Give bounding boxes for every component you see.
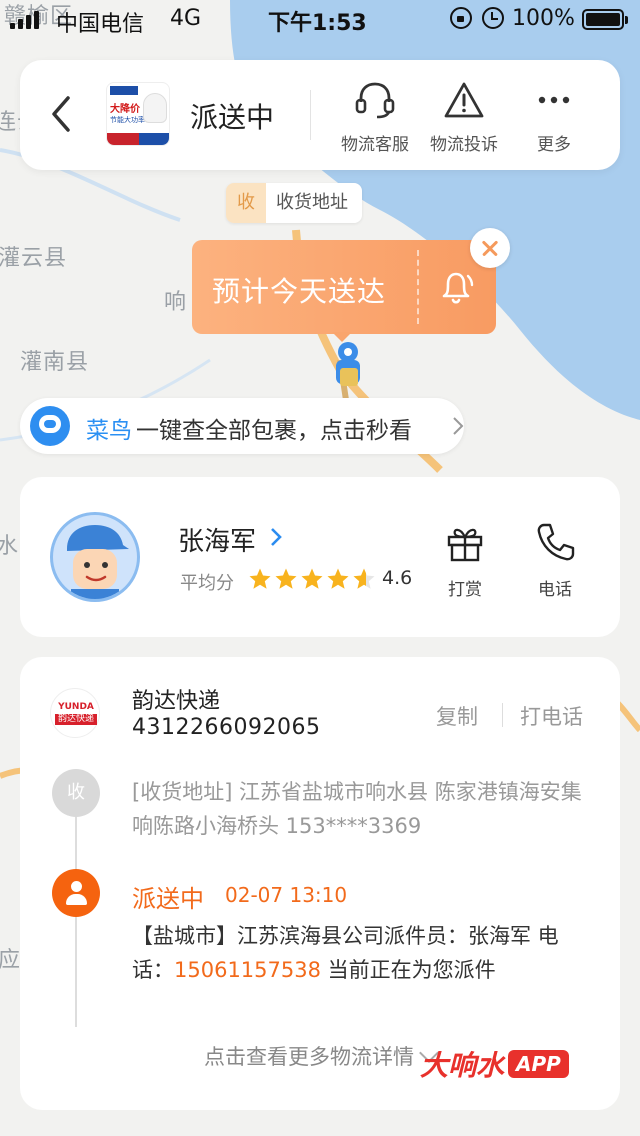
warning-icon: [444, 82, 484, 118]
star-icon: [249, 568, 271, 589]
logistics-service-button[interactable]: 物流客服: [335, 80, 415, 155]
map-label: 应: [0, 948, 22, 973]
battery-icon: [582, 9, 628, 30]
status-bar: 中国电信 4G 下午1:53 100%: [0, 0, 640, 40]
more-label: 更多: [537, 135, 571, 155]
map-label: 响: [164, 290, 188, 315]
courier-name[interactable]: 张海军: [178, 521, 256, 558]
courier-location-marker: [336, 342, 360, 386]
thumbnail-big-text: 大降价: [110, 104, 140, 115]
signal-icon: [10, 11, 39, 29]
chevron-right-icon[interactable]: [270, 527, 282, 547]
carrier-name: 中国电信: [56, 12, 145, 37]
cainiao-message: 一键查全部包裹，点击秒看: [136, 418, 412, 444]
courier-avatar[interactable]: [50, 512, 140, 602]
product-thumbnail[interactable]: 大降价 节能大功率: [106, 82, 170, 146]
map-label: 灌南县: [20, 350, 90, 375]
courier-company: 韵达快递: [132, 689, 221, 714]
close-eta-button[interactable]: [470, 228, 510, 268]
map-label: 水: [0, 534, 20, 559]
chevron-right-icon: [453, 417, 464, 435]
call-courier-button[interactable]: 电话: [520, 521, 590, 600]
header-divider: [310, 90, 311, 140]
header-card: 大降价 节能大功率 派送中 物流客服 物流投诉 更多: [20, 60, 620, 170]
courier-phone-link[interactable]: 15061157538: [174, 958, 321, 982]
page-title: 派送中: [190, 101, 275, 134]
phone-icon: [537, 523, 575, 561]
thumbnail-small-text: 节能大功率: [110, 116, 145, 124]
back-arrow-icon[interactable]: [48, 94, 76, 134]
eta-bubble[interactable]: 预计今天送达: [192, 240, 496, 342]
alarm-icon: [482, 7, 504, 29]
watermark-logo: 大响水 APP: [420, 1044, 569, 1084]
timeline-address-node: 收: [52, 769, 100, 817]
battery-percent: 100%: [512, 6, 575, 31]
rating-value: 4.6: [382, 567, 413, 589]
copy-button[interactable]: 复制: [436, 701, 478, 731]
address-pin-label: 收货地址: [266, 183, 362, 223]
tip-label: 打赏: [448, 580, 482, 600]
network-type: 4G: [170, 6, 202, 31]
clock: 下午1:53: [268, 11, 367, 36]
courier-user-icon: [52, 869, 100, 917]
tracking-number: 4312266092065: [132, 715, 321, 740]
headset-icon: [355, 82, 395, 119]
yunda-logo-cn: 韵达快递: [55, 714, 97, 725]
star-icon: [275, 568, 297, 589]
more-button[interactable]: 更多: [514, 80, 594, 155]
more-icon: [538, 96, 570, 104]
watermark-text: 大响水: [420, 1049, 505, 1082]
address-pin-badge: 收: [226, 183, 266, 223]
action-separator: [502, 703, 503, 727]
gift-icon: [447, 528, 483, 562]
call-courier-label: 电话: [538, 580, 572, 600]
courier-card: 张海军 平均分 4.6 打赏 电话: [20, 477, 620, 637]
eta-text: 预计今天送达: [212, 275, 387, 308]
more-logistics-text: 点击查看更多物流详情: [204, 1045, 414, 1069]
rotation-lock-icon: [450, 7, 472, 29]
star-icon: [353, 568, 375, 589]
delivery-address: [收货地址] 江苏省盐城市响水县 陈家港镇海安集响陈路小海桥头 153****3…: [132, 780, 582, 838]
cainiao-brand: 菜鸟: [86, 418, 132, 444]
star-icon: [301, 568, 323, 589]
delivery-address-pin[interactable]: 收 收货地址: [226, 183, 362, 223]
yunda-logo: YUNDA 韵达快递: [50, 688, 100, 738]
logistics-service-label: 物流客服: [341, 135, 409, 155]
cainiao-logo-icon: [30, 406, 70, 446]
status-detail: 【盐城市】江苏滨海县公司派件员：张海军 电话：15061157538 当前正在为…: [132, 919, 592, 987]
status-detail-suffix: 当前正在为您派件: [320, 958, 496, 982]
status-title: 派送中: [132, 885, 204, 913]
map-label: 灌云县: [0, 246, 68, 271]
watermark-app: APP: [508, 1050, 569, 1078]
bell-icon[interactable]: [436, 266, 476, 308]
tip-button[interactable]: 打赏: [430, 521, 500, 600]
star-icon: [327, 568, 349, 589]
score-label: 平均分: [180, 573, 234, 594]
call-company-button[interactable]: 打电话: [520, 701, 583, 731]
logistics-complaint-label: 物流投诉: [430, 135, 498, 155]
eta-separator: [417, 250, 419, 324]
cainiao-banner[interactable]: 菜鸟 一键查全部包裹，点击秒看: [20, 398, 464, 454]
tracking-card: YUNDA 韵达快递 韵达快递 4312266092065 复制 打电话 收 […: [20, 657, 620, 1110]
logistics-complaint-button[interactable]: 物流投诉: [424, 80, 504, 155]
rating-stars: [248, 567, 376, 591]
status-time: 02-07 13:10: [225, 883, 348, 907]
yunda-logo-en: YUNDA: [58, 702, 94, 712]
timeline-line: [75, 807, 77, 1027]
